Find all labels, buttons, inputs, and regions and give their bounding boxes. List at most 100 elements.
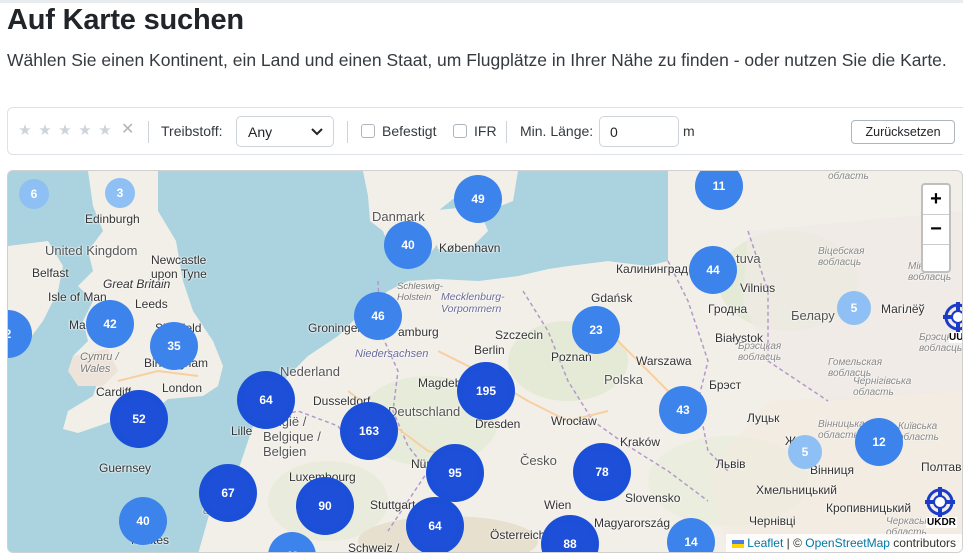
fuel-select-value: Any [248, 124, 273, 140]
divider [347, 121, 348, 143]
map-label: Deutschland [388, 404, 461, 419]
map-label: Schleswig- Holstein [397, 281, 443, 303]
paved-checkbox[interactable] [361, 124, 375, 138]
osm-link[interactable]: OpenStreetMap [805, 536, 890, 550]
star-icon[interactable]: ★ [56, 122, 74, 140]
divider [506, 121, 507, 143]
map-cluster[interactable]: 5 [837, 291, 871, 325]
map-cluster[interactable]: 64 [406, 497, 464, 552]
map-label: Луцьк [747, 411, 780, 425]
reset-button[interactable]: Zurücksetzen [851, 120, 955, 144]
map-label: Warszawa [636, 354, 692, 368]
map-label: Вінниця [810, 463, 854, 477]
airfield-marker-ukdr[interactable]: UKDR [912, 487, 962, 528]
leaflet-link[interactable]: Leaflet [747, 536, 783, 550]
star-icon[interactable]: ★ [36, 122, 54, 140]
zoom-in-button[interactable]: + [923, 185, 949, 215]
map-label: Wrocław [551, 414, 597, 428]
map-label: amburg [398, 325, 439, 339]
map-label: Nederland [280, 364, 340, 379]
clear-rating-icon[interactable]: ✕ [121, 121, 134, 139]
map-label: Edinburgh [85, 212, 140, 226]
map-label: Szczecin [495, 328, 544, 342]
map-cluster[interactable]: 44 [689, 246, 737, 294]
map-cluster[interactable]: 42 [86, 300, 134, 348]
map-label: Магілёў [881, 302, 925, 316]
map-cluster[interactable]: 40 [119, 497, 167, 545]
map-label: Great Britain [103, 277, 171, 291]
ukraine-flag-icon [731, 539, 744, 548]
map-label: København [439, 241, 501, 255]
ifr-checkbox[interactable] [453, 124, 467, 138]
map-label: Stuttgart [370, 498, 416, 512]
map-label: Kraków [620, 435, 661, 449]
map-label: Белару [791, 308, 835, 323]
map-cluster[interactable]: 67 [199, 464, 257, 522]
attribution-tail: contributors [889, 536, 956, 550]
ifr-label: IFR [474, 123, 497, 139]
map-cluster[interactable]: 6 [19, 179, 49, 209]
map-label: Брэст [709, 378, 742, 392]
map-cluster[interactable]: 40 [384, 221, 432, 269]
map[interactable]: Edinburgh Newcastle upon Tyne United King… [7, 170, 963, 553]
map-label: Cymru / Wales [80, 351, 119, 375]
map-cluster[interactable]: 3 [105, 178, 135, 208]
map-cluster[interactable]: 90 [296, 477, 354, 535]
map-cluster[interactable]: 49 [454, 175, 502, 223]
min-length-label: Min. Länge: [520, 123, 594, 139]
map-label: Slovensko [625, 491, 681, 505]
map-label: Брэсцкая вобласць [738, 341, 782, 363]
zoom-control: + − [921, 183, 951, 273]
map-cluster[interactable]: 35 [150, 322, 198, 370]
map-cluster[interactable]: 12 [855, 418, 903, 466]
page-subtitle: Wählen Sie einen Kontinent, ein Land und… [7, 50, 947, 70]
map-label: Schweiz / [348, 541, 400, 553]
map-label: Guernsey [99, 461, 152, 475]
airfield-marker-label: UKDR [926, 517, 957, 528]
map-label: Niedersachsen [355, 348, 429, 360]
map-cluster[interactable]: 195 [457, 362, 515, 420]
map-label: Чернігівська область [853, 376, 912, 398]
map-cluster[interactable]: 5 [788, 435, 822, 469]
page-title: Auf Karte suchen [7, 4, 244, 36]
map-cluster[interactable]: 64 [237, 371, 295, 429]
min-length-unit: m [683, 123, 695, 139]
map-cluster[interactable]: 95 [426, 444, 484, 502]
map-label: область [828, 171, 869, 182]
attribution-separator: | © [783, 536, 806, 550]
map-cluster[interactable]: 46 [354, 292, 402, 340]
star-icon[interactable]: ★ [16, 122, 34, 140]
fuel-label: Treibstoff: [161, 123, 223, 139]
map-label: Київська область [898, 421, 939, 443]
map-cluster[interactable]: 23 [572, 306, 620, 354]
map-cluster[interactable]: 52 [110, 390, 168, 448]
map-cluster[interactable]: 43 [659, 386, 707, 434]
airfield-icon [925, 487, 955, 517]
map-label: Magyarország [594, 516, 671, 530]
airfield-marker-uu[interactable]: UU [943, 302, 962, 343]
top-border [0, 0, 963, 3]
map-label: tuva [736, 251, 761, 266]
map-label: Віцебская вобласць [818, 246, 865, 268]
star-icon[interactable]: ★ [76, 122, 94, 140]
map-cluster[interactable]: 78 [573, 443, 631, 501]
map-label: United Kingdom [45, 243, 138, 258]
min-length-input[interactable] [599, 116, 679, 147]
fuel-select[interactable]: Any [236, 116, 334, 147]
airfield-icon [943, 302, 962, 332]
map-label: Wien [544, 498, 572, 512]
map-cluster[interactable]: 163 [340, 402, 398, 460]
map-label: Magdeb [418, 376, 462, 390]
star-rating[interactable]: ★ ★ ★ ★ ★ [16, 122, 114, 140]
map-label: Vilnius [740, 281, 776, 295]
map-label: Leeds [135, 297, 168, 311]
map-label: Львів [716, 457, 746, 471]
map-attribution: Leaflet | © OpenStreetMap contributors [725, 534, 962, 552]
map-label: Česko [520, 453, 557, 468]
paved-label: Befestigt [382, 123, 437, 139]
zoom-out-button[interactable]: − [923, 215, 949, 245]
map-label: Berlin [474, 343, 505, 357]
map-label: Gdańsk [591, 291, 633, 305]
map-label: Кропивницький [826, 501, 912, 515]
star-icon[interactable]: ★ [96, 122, 114, 140]
